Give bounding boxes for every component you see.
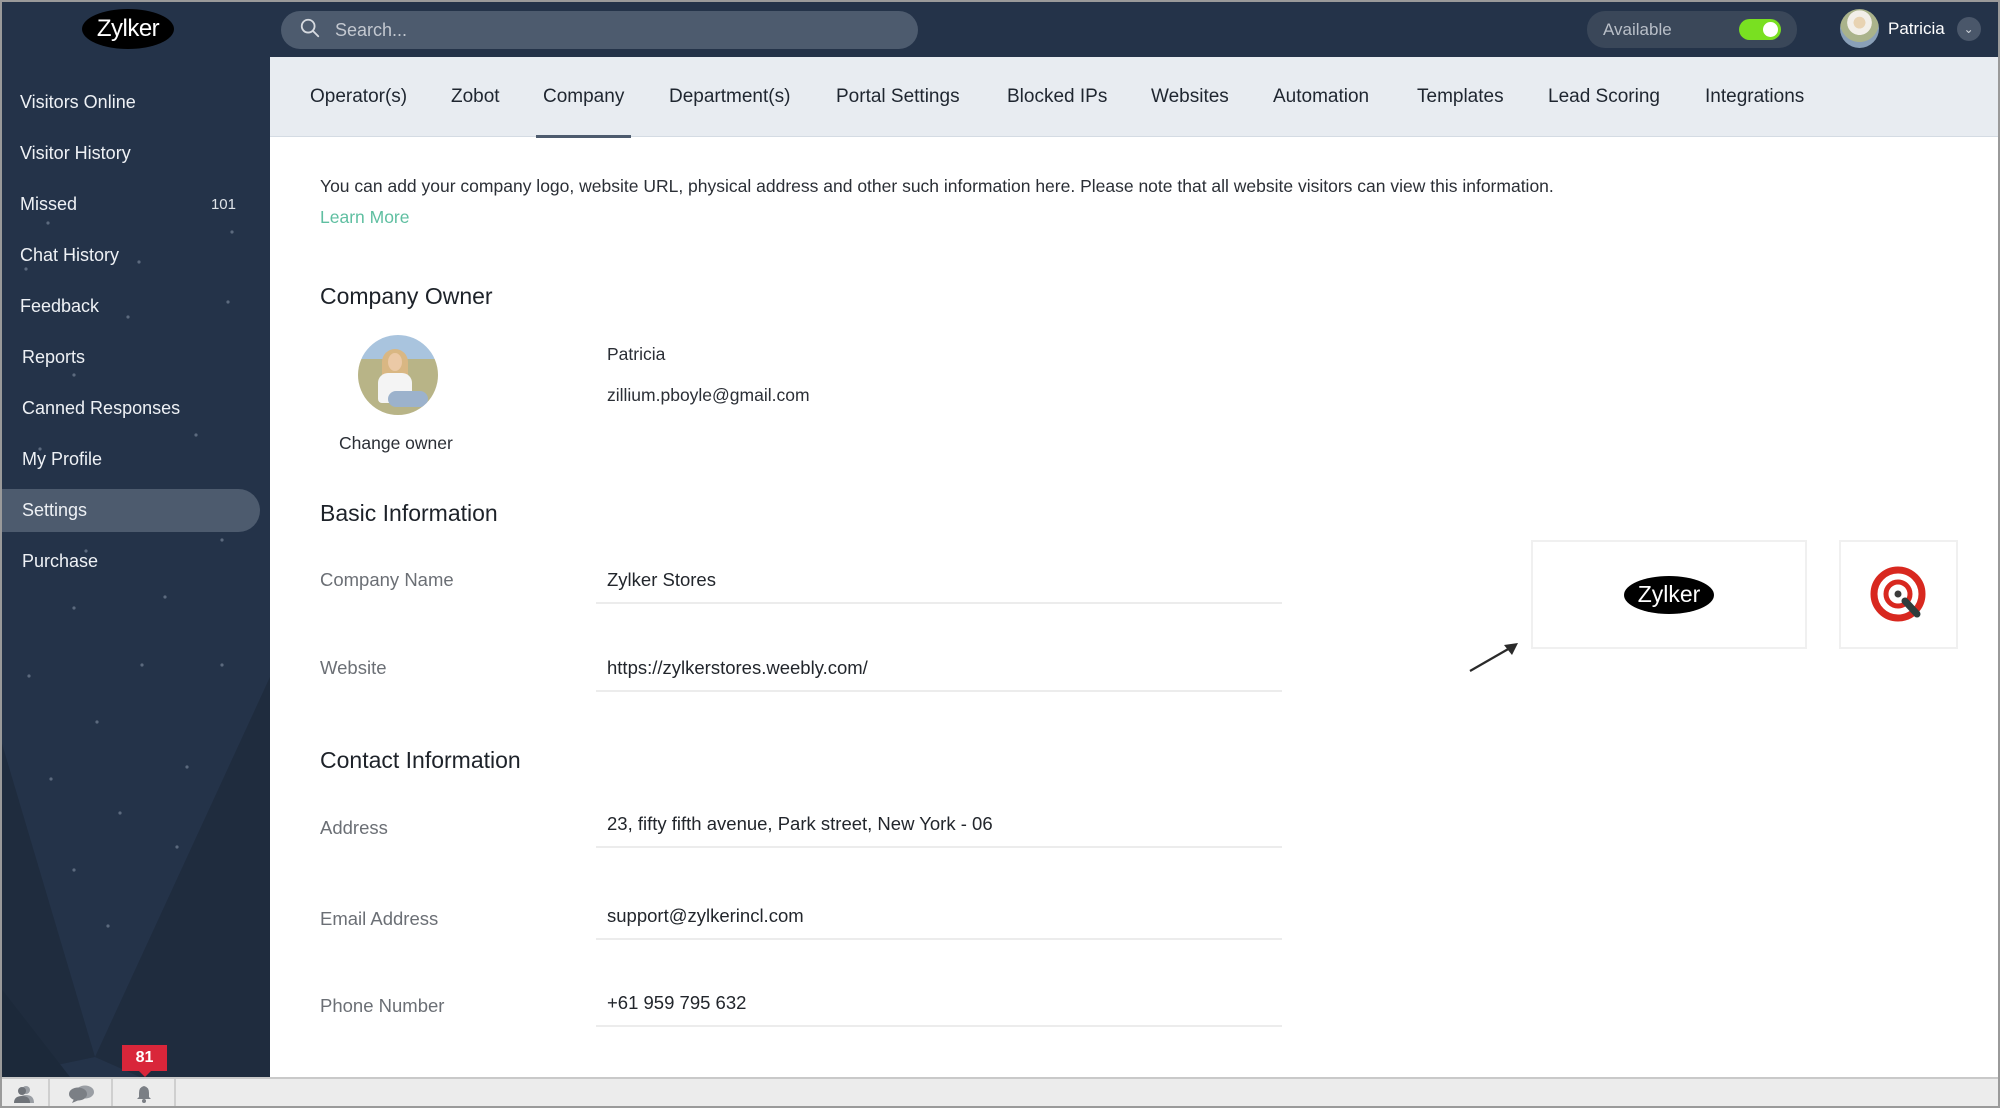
sidebar-item-canned-responses[interactable]: Canned Responses	[0, 383, 270, 434]
address-input[interactable]	[596, 804, 1282, 844]
sidebar-item-label: Feedback	[20, 296, 100, 316]
intro-description: You can add your company logo, website U…	[320, 176, 1554, 196]
sidebar-item-reports[interactable]: Reports	[0, 332, 270, 383]
chats-icon	[68, 1085, 94, 1103]
user-menu[interactable]: Patricia ⌄	[1840, 9, 1981, 48]
target-icon	[1870, 566, 1925, 621]
email-address-field[interactable]	[596, 896, 1282, 940]
availability-toggle[interactable]	[1739, 19, 1781, 40]
company-logo-upload[interactable]: Zylker	[1531, 540, 1807, 649]
website-label: Website	[320, 657, 387, 678]
company-name-label: Company Name	[320, 569, 454, 590]
tab-blocked-ips[interactable]: Blocked IPs	[1007, 57, 1107, 137]
company-settings-content: You can add your company logo, website U…	[270, 137, 2000, 1077]
company-logo: Zylker	[1624, 575, 1714, 614]
settings-tabs: Operator(s) Zobot Company Department(s) …	[270, 57, 2000, 138]
owner-avatar[interactable]	[358, 335, 438, 415]
address-field[interactable]	[596, 804, 1282, 848]
company-name-input[interactable]	[596, 560, 1282, 600]
owner-email: zillium.pboyle@gmail.com	[607, 385, 810, 405]
phone-number-label: Phone Number	[320, 995, 445, 1016]
visitors-button[interactable]	[0, 1079, 50, 1108]
sidebar-item-chat-history[interactable]: Chat History	[0, 230, 270, 281]
user-avatar[interactable]	[1840, 9, 1879, 48]
tab-operators[interactable]: Operator(s)	[310, 57, 407, 137]
tab-lead-scoring[interactable]: Lead Scoring	[1548, 57, 1660, 137]
tab-websites[interactable]: Websites	[1151, 57, 1229, 137]
sidebar-item-label: Purchase	[22, 551, 99, 571]
favicon-upload[interactable]	[1839, 540, 1958, 649]
intro-text: You can add your company logo, website U…	[320, 171, 1600, 233]
sidebar-item-label: Settings	[22, 500, 88, 520]
sidebar-item-label: Chat History	[20, 245, 120, 265]
tab-integrations[interactable]: Integrations	[1705, 57, 1804, 137]
website-input[interactable]	[596, 648, 1282, 688]
phone-number-field[interactable]	[596, 983, 1282, 1027]
bottom-toolbar	[0, 1077, 2000, 1108]
sidebar-nav: Visitors Online Visitor History Missed 10…	[0, 77, 270, 587]
search-input[interactable]	[335, 19, 875, 41]
bell-icon	[136, 1085, 151, 1103]
learn-more-link[interactable]: Learn More	[320, 207, 410, 227]
sidebar-item-label: Visitor History	[20, 143, 131, 163]
email-address-input[interactable]	[596, 896, 1282, 936]
sidebar-item-label: Missed	[20, 194, 78, 214]
sidebar-item-label: My Profile	[22, 449, 103, 469]
address-label: Address	[320, 817, 388, 838]
company-owner-heading: Company Owner	[320, 283, 493, 309]
visitors-icon	[14, 1085, 34, 1103]
sidebar-item-label: Canned Responses	[22, 398, 181, 418]
tab-zobot[interactable]: Zobot	[451, 57, 500, 137]
tab-portal-settings[interactable]: Portal Settings	[836, 57, 960, 137]
sidebar-item-label: Reports	[22, 347, 86, 367]
status-label: Available	[1603, 19, 1672, 39]
sidebar-item-purchase[interactable]: Purchase	[0, 536, 270, 587]
sidebar-item-my-profile[interactable]: My Profile	[0, 434, 270, 485]
arrow-pointer-icon	[1469, 643, 1518, 672]
availability-status[interactable]: Available	[1587, 11, 1797, 48]
user-name: Patricia	[1888, 18, 1945, 38]
email-address-label: Email Address	[320, 908, 439, 929]
change-owner-link[interactable]: Change owner	[339, 433, 453, 454]
app-logo[interactable]: Zylker	[82, 9, 174, 49]
chevron-down-icon[interactable]: ⌄	[1956, 16, 1981, 41]
tab-automation[interactable]: Automation	[1273, 57, 1369, 137]
top-header: Zylker Available Patricia ⌄	[0, 0, 2000, 57]
notification-count-badge: 81	[122, 1045, 167, 1077]
website-field[interactable]	[596, 648, 1282, 692]
notifications-button[interactable]	[113, 1079, 176, 1108]
tab-departments[interactable]: Department(s)	[669, 57, 790, 137]
missed-count-badge: 101	[210, 196, 236, 213]
sidebar-item-visitor-history[interactable]: Visitor History	[0, 128, 270, 179]
chats-button[interactable]	[50, 1079, 113, 1108]
tab-company[interactable]: Company	[535, 57, 632, 138]
sidebar-item-settings[interactable]: Settings	[0, 489, 260, 532]
sidebar-item-visitors-online[interactable]: Visitors Online	[0, 77, 270, 128]
phone-number-input[interactable]	[596, 983, 1282, 1023]
company-name-field[interactable]	[596, 560, 1282, 604]
sidebar-item-missed[interactable]: Missed 101	[0, 179, 270, 230]
sidebar-item-label: Visitors Online	[20, 92, 136, 112]
basic-information-heading: Basic Information	[320, 500, 498, 526]
contact-information-heading: Contact Information	[320, 747, 521, 773]
sidebar: Visitors Online Visitor History Missed 10…	[0, 57, 270, 1077]
tab-templates[interactable]: Templates	[1417, 57, 1504, 137]
owner-name: Patricia	[607, 344, 666, 364]
sidebar-item-feedback[interactable]: Feedback	[0, 281, 270, 332]
search-icon	[299, 17, 321, 44]
search-bar[interactable]	[281, 11, 918, 49]
